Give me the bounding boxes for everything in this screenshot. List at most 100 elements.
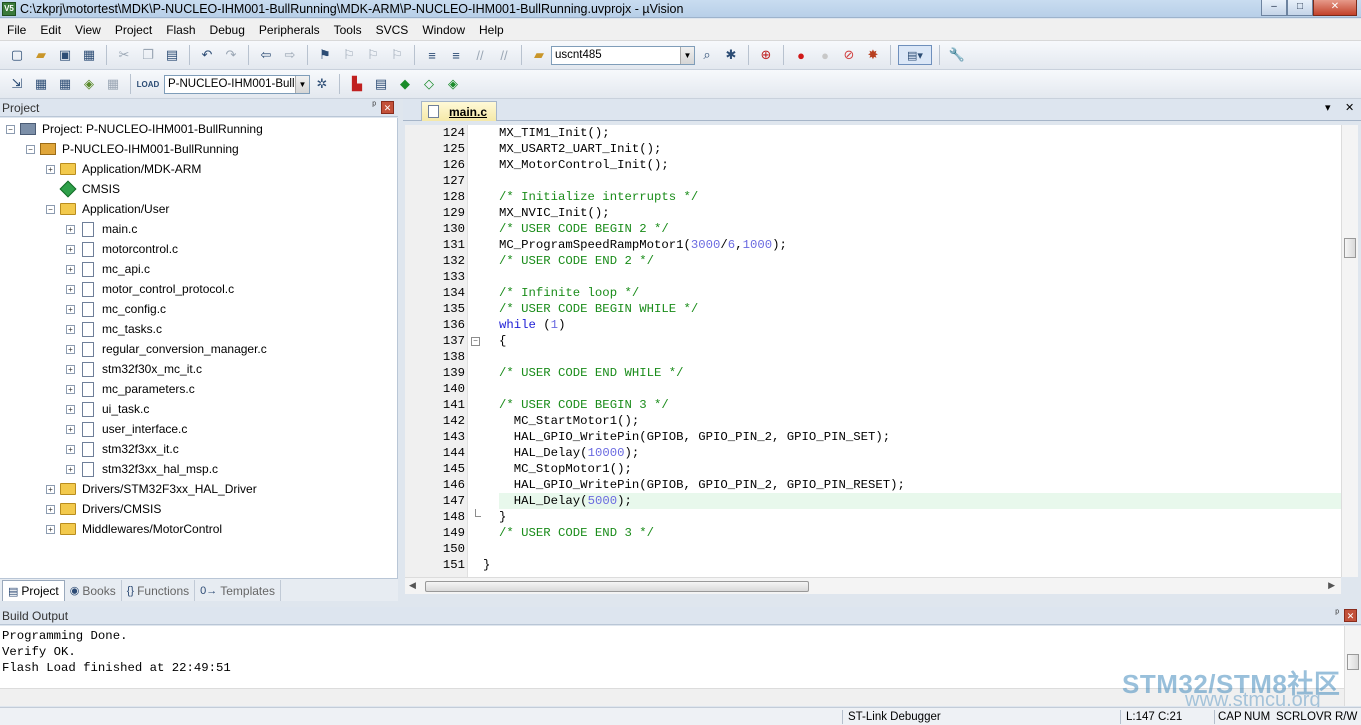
code-line[interactable]: 139 /* USER CODE END WHILE */ — [405, 365, 1341, 381]
pin-icon[interactable]: ᵖ — [372, 100, 376, 111]
tree-item[interactable]: + Application/MDK-ARM — [46, 159, 201, 179]
code-line[interactable]: 124 MX_TIM1_Init(); — [405, 125, 1341, 141]
tree-item[interactable]: + mc_tasks.c — [66, 319, 162, 339]
scroll-left-icon[interactable]: ◀ — [409, 580, 416, 591]
build-output-scrollbar[interactable] — [1344, 626, 1361, 706]
close-icon[interactable]: ✕ — [381, 101, 394, 114]
batch-build-icon[interactable]: ◈ — [79, 74, 99, 94]
tab-main-c[interactable]: main.c — [421, 101, 497, 121]
scroll-right-icon[interactable]: ▶ — [1328, 580, 1335, 591]
menu-tools[interactable]: Tools — [327, 23, 369, 37]
expand-icon[interactable]: + — [46, 524, 55, 534]
tree-item[interactable]: + regular_conversion_manager.c — [66, 339, 267, 359]
code-line[interactable]: 134 /* Infinite loop */ — [405, 285, 1341, 301]
expand-icon[interactable]: + — [46, 484, 55, 494]
tab-list-dropdown-icon[interactable]: ▾ — [1325, 101, 1331, 114]
code-line[interactable]: 144 HAL_Delay(10000); — [405, 445, 1341, 461]
code-line[interactable]: 140 — [405, 381, 1341, 397]
expand-icon[interactable]: + — [66, 404, 75, 414]
code-line[interactable]: 129 MX_NVIC_Init(); — [405, 205, 1341, 221]
code-line[interactable]: 146 HAL_GPIO_WritePin(GPIOB, GPIO_PIN_2,… — [405, 477, 1341, 493]
window-layout-icon[interactable]: ▤▾ — [898, 45, 932, 65]
uncomment-icon[interactable]: // — [494, 45, 514, 65]
code-line[interactable]: 125 MX_USART2_UART_Init(); — [405, 141, 1341, 157]
expand-icon[interactable]: + — [66, 384, 75, 394]
tree-item[interactable]: + mc_config.c — [66, 299, 166, 319]
scrollbar-thumb[interactable] — [1344, 238, 1356, 258]
close-window-button[interactable]: ✕ — [1313, 0, 1357, 16]
code-line[interactable]: 150 — [405, 541, 1341, 557]
translate-icon[interactable]: ⇲ — [7, 74, 27, 94]
stop-build-icon[interactable]: ▦ — [103, 74, 123, 94]
collapse-icon[interactable]: − — [471, 337, 480, 346]
code-line[interactable]: 136 while (1) — [405, 317, 1341, 333]
incremental-find-icon[interactable]: ✱ — [721, 45, 741, 65]
code-line[interactable]: 137− { — [405, 333, 1341, 349]
editor-vertical-scrollbar[interactable] — [1341, 125, 1358, 577]
tree-item[interactable]: + Drivers/CMSIS — [46, 499, 161, 519]
tree-item[interactable]: + mc_api.c — [66, 259, 150, 279]
expand-icon[interactable]: + — [66, 344, 75, 354]
indent-icon[interactable]: ≡ — [422, 45, 442, 65]
expand-icon[interactable]: + — [66, 364, 75, 374]
collapse-icon[interactable]: − — [26, 144, 35, 154]
disable-breakpoints-icon[interactable]: ⊘ — [839, 45, 859, 65]
pack-installer-icon[interactable]: ◆ — [395, 74, 415, 94]
configure-icon[interactable]: 🔧 — [947, 45, 967, 65]
tree-item[interactable]: + motorcontrol.c — [66, 239, 178, 259]
expand-icon[interactable]: + — [46, 504, 55, 514]
expand-icon[interactable]: + — [66, 464, 75, 474]
tree-item[interactable]: + Drivers/STM32F3xx_HAL_Driver — [46, 479, 257, 499]
tree-item[interactable]: + user_interface.c — [66, 419, 187, 439]
chevron-down-icon[interactable]: ▼ — [295, 75, 309, 93]
code-line[interactable]: 128 /* Initialize interrupts */ — [405, 189, 1341, 205]
tree-item[interactable]: + ui_task.c — [66, 399, 149, 419]
tree-item[interactable]: + mc_parameters.c — [66, 379, 195, 399]
tree-item[interactable]: + stm32f3xx_it.c — [66, 439, 179, 459]
minimize-button[interactable]: – — [1261, 0, 1287, 16]
open-folder-icon[interactable]: ▰ — [31, 45, 51, 65]
start-debug-icon[interactable]: ⊕ — [756, 45, 776, 65]
find-in-files-icon[interactable]: ▰ — [529, 45, 549, 65]
clear-bookmarks-icon[interactable]: ⚐ — [387, 45, 407, 65]
save-all-icon[interactable]: ▦ — [79, 45, 99, 65]
run-time-environment-icon[interactable]: ◈ — [443, 74, 463, 94]
tab-functions[interactable]: {} Functions — [122, 580, 196, 601]
comment-icon[interactable]: // — [470, 45, 490, 65]
code-line[interactable]: 151} — [405, 557, 1341, 573]
tree-item[interactable]: + Middlewares/MotorControl — [46, 519, 222, 539]
menu-debug[interactable]: Debug — [203, 23, 252, 37]
tab-books[interactable]: ◉ Books — [65, 580, 122, 601]
pin-icon[interactable]: ᵖ — [1335, 608, 1339, 619]
insert-breakpoint-icon[interactable]: ● — [791, 45, 811, 65]
scrollbar-thumb[interactable] — [425, 581, 809, 592]
expand-icon[interactable]: + — [46, 164, 55, 174]
code-line[interactable]: 141 /* USER CODE BEGIN 3 */ — [405, 397, 1341, 413]
code-line[interactable]: 126 MX_MotorControl_Init(); — [405, 157, 1341, 173]
expand-icon[interactable]: + — [66, 244, 75, 254]
tree-item[interactable]: + stm32f3xx_hal_msp.c — [66, 459, 218, 479]
chevron-down-icon[interactable]: ▼ — [680, 46, 694, 64]
close-icon[interactable]: ✕ — [1344, 609, 1357, 622]
expand-icon[interactable]: + — [66, 424, 75, 434]
enable-breakpoint-icon[interactable]: ● — [815, 45, 835, 65]
code-line[interactable]: 149 /* USER CODE END 3 */ — [405, 525, 1341, 541]
menu-svcs[interactable]: SVCS — [369, 23, 416, 37]
close-tab-icon[interactable]: ✕ — [1345, 101, 1354, 114]
code-line[interactable]: 131 MC_ProgramSpeedRampMotor1(3000/6,1000… — [405, 237, 1341, 253]
menu-window[interactable]: Window — [415, 23, 472, 37]
target-options-icon[interactable]: ✲ — [312, 74, 332, 94]
code-line[interactable]: 130 /* USER CODE BEGIN 2 */ — [405, 221, 1341, 237]
tree-item[interactable]: + motor_control_protocol.c — [66, 279, 234, 299]
manage-multi-project-icon[interactable]: ▤ — [371, 74, 391, 94]
code-line[interactable]: 135 /* USER CODE BEGIN WHILE */ — [405, 301, 1341, 317]
menu-peripherals[interactable]: Peripherals — [252, 23, 327, 37]
expand-icon[interactable]: + — [66, 284, 75, 294]
undo-icon[interactable]: ↶ — [197, 45, 217, 65]
code-line[interactable]: 132 /* USER CODE END 2 */ — [405, 253, 1341, 269]
tree-item[interactable]: − Application/User — [46, 199, 169, 219]
code-line[interactable]: 145 MC_StopMotor1(); — [405, 461, 1341, 477]
kill-breakpoints-icon[interactable]: ✸ — [863, 45, 883, 65]
code-line[interactable]: 127 — [405, 173, 1341, 189]
tree-item[interactable]: + main.c — [66, 219, 137, 239]
